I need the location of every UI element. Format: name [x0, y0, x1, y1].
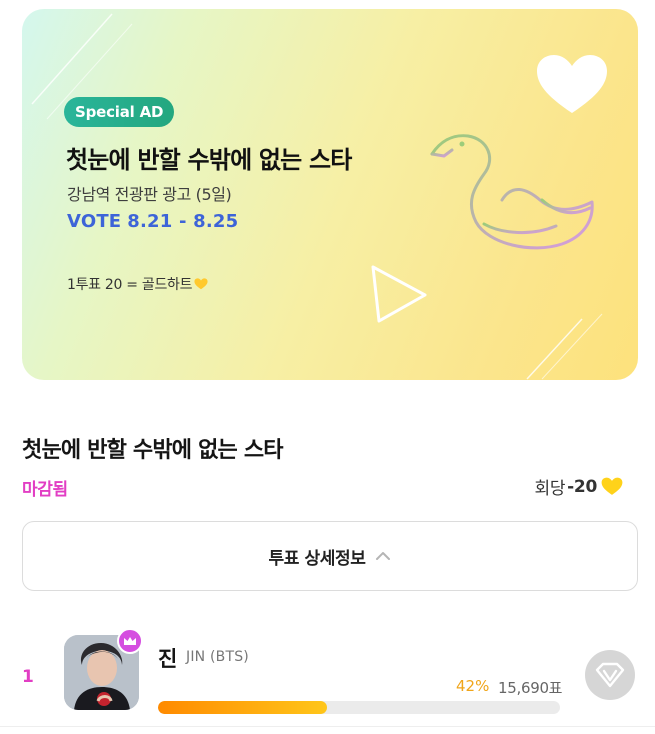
vote-dates: 8.21 - 8.25: [127, 211, 239, 232]
vote-detail-button[interactable]: 투표 상세정보: [22, 521, 638, 591]
vote-rate-text: 1투표 20 = 골드하트: [67, 277, 193, 293]
vote-label: VOTE: [67, 211, 122, 232]
candidate-group: JIN (BTS): [186, 649, 249, 665]
divider: [0, 726, 655, 727]
gold-heart-icon: [601, 477, 623, 495]
candidate-rank: 1: [22, 667, 34, 687]
vote-button[interactable]: [585, 650, 635, 700]
crown-badge: [117, 628, 143, 654]
chevron-up-icon: [376, 552, 391, 560]
vote-title: 첫눈에 반할 수밖에 없는 스타: [22, 438, 284, 463]
special-ad-badge: Special AD: [64, 97, 175, 127]
cost-label: 회당: [534, 479, 566, 499]
swan-illustration: [430, 134, 594, 250]
vote-progress-bar: [158, 701, 560, 714]
cost-value: -20: [567, 476, 597, 497]
cost-per-vote: 회당 -20: [534, 474, 623, 499]
banner-title: 첫눈에 반할 수밖에 없는 스타: [66, 146, 352, 174]
gold-heart-icon: [194, 278, 208, 290]
vote-rate: 1투표 20 = 골드하트: [67, 274, 208, 294]
vote-v-icon: [595, 662, 625, 688]
candidate-votes: 15,690표: [498, 679, 563, 697]
play-triangle-icon: [371, 265, 427, 323]
status-closed: 마감됨: [22, 480, 68, 500]
vote-detail-label: 투표 상세정보: [268, 548, 366, 569]
candidate-name: 진: [158, 647, 178, 671]
banner-subtitle: 강남역 전광판 광고 (5일): [67, 185, 232, 204]
banner-vote-period: VOTE 8.21 - 8.25: [67, 211, 238, 232]
ad-banner[interactable]: Special AD 첫눈에 반할 수밖에 없는 스타 강남역 전광판 광고 (…: [22, 9, 638, 380]
vote-progress-fill: [158, 701, 327, 714]
crown-icon: [124, 636, 136, 645]
candidate-percent: 42%: [456, 677, 490, 695]
